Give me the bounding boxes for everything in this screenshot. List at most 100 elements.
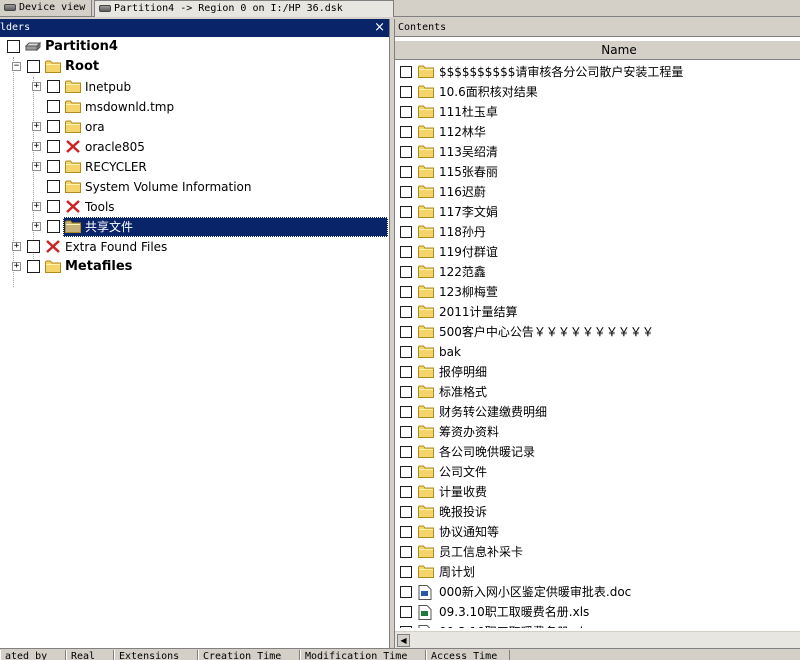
collapse-icon[interactable]: −: [12, 62, 21, 71]
list-item-folder[interactable]: 122范鑫: [395, 262, 800, 282]
list-item-checkbox[interactable]: [400, 306, 412, 318]
tree-node-checkbox[interactable]: [47, 220, 60, 233]
list-item-folder[interactable]: 113吴绍清: [395, 142, 800, 162]
list-item-checkbox[interactable]: [400, 586, 412, 598]
list-item-folder[interactable]: 协议通知等: [395, 522, 800, 542]
tree-node-checkbox[interactable]: [47, 120, 60, 133]
list-item-folder[interactable]: 财务转公建缴费明细: [395, 402, 800, 422]
list-item-folder[interactable]: 晚报投诉: [395, 502, 800, 522]
tree-node-checkbox[interactable]: [47, 100, 60, 113]
list-item-folder[interactable]: 2011计量结算: [395, 302, 800, 322]
tree-node-checkbox[interactable]: [47, 180, 60, 193]
expand-icon[interactable]: +: [32, 202, 41, 211]
expand-icon[interactable]: +: [12, 242, 21, 251]
list-item-checkbox[interactable]: [400, 526, 412, 538]
list-item-folder[interactable]: 111杜玉卓: [395, 102, 800, 122]
bottom-tab[interactable]: Access Time: [426, 650, 510, 660]
tree-node-checkbox[interactable]: [47, 200, 60, 213]
scroll-left-icon[interactable]: ◀: [397, 634, 410, 647]
list-item-checkbox[interactable]: [400, 386, 412, 398]
tree-node-inetpub[interactable]: + Inetpub: [0, 77, 390, 97]
list-item-checkbox[interactable]: [400, 186, 412, 198]
list-item-checkbox[interactable]: [400, 606, 412, 618]
list-item-checkbox[interactable]: [400, 426, 412, 438]
list-item-checkbox[interactable]: [400, 626, 412, 628]
list-item-file[interactable]: 000新入网小区鉴定供暖审批表.doc: [395, 582, 800, 602]
list-item-folder[interactable]: 各公司晚供暖记录: [395, 442, 800, 462]
list-item-folder[interactable]: 119付群谊: [395, 242, 800, 262]
list-item-checkbox[interactable]: [400, 266, 412, 278]
list-item-checkbox[interactable]: [400, 346, 412, 358]
list-item-checkbox[interactable]: [400, 366, 412, 378]
list-item-checkbox[interactable]: [400, 506, 412, 518]
list-item-file[interactable]: 09.3.10职工取暖费名册.xls: [395, 622, 800, 628]
list-item-checkbox[interactable]: [400, 106, 412, 118]
list-item-folder[interactable]: $$$$$$$$$$请审核各分公司散户安装工程量: [395, 62, 800, 82]
list-item-folder[interactable]: 报停明细: [395, 362, 800, 382]
tree-node-oracle805[interactable]: + oracle805: [0, 137, 390, 157]
list-item-folder[interactable]: bak: [395, 342, 800, 362]
list-item-folder[interactable]: 112林华: [395, 122, 800, 142]
list-item-folder[interactable]: 筹资办资料: [395, 422, 800, 442]
tree-node-tools[interactable]: + Tools: [0, 197, 390, 217]
bottom-tab[interactable]: Modification Time: [300, 650, 426, 660]
tree-node-checkbox[interactable]: [27, 240, 40, 253]
list-item-checkbox[interactable]: [400, 486, 412, 498]
list-item-checkbox[interactable]: [400, 546, 412, 558]
tree-node-partition4[interactable]: Partition4: [0, 37, 390, 57]
list-item-checkbox[interactable]: [400, 446, 412, 458]
list-item-folder[interactable]: 116迟蔚: [395, 182, 800, 202]
list-item-checkbox[interactable]: [400, 126, 412, 138]
list-item-folder[interactable]: 123柳梅萱: [395, 282, 800, 302]
list-item-folder[interactable]: 118孙丹: [395, 222, 800, 242]
bottom-tab[interactable]: ated by: [0, 650, 66, 660]
list-item-folder[interactable]: 10.6面积核对结果: [395, 82, 800, 102]
list-item-folder[interactable]: 员工信息补采卡: [395, 542, 800, 562]
list-item-folder[interactable]: 计量收费: [395, 482, 800, 502]
bottom-tab[interactable]: Creation Time: [198, 650, 300, 660]
tree-node-shared-files[interactable]: + 共享文件: [0, 217, 390, 237]
list-item-folder[interactable]: 115张春丽: [395, 162, 800, 182]
tree-node-metafiles[interactable]: + Metafiles: [0, 257, 390, 277]
list-item-folder[interactable]: 500客户中心公告￥￥￥￥￥￥￥￥￥￥: [395, 322, 800, 342]
tree-node-extra-found-files[interactable]: + Extra Found Files: [0, 237, 390, 257]
list-item-checkbox[interactable]: [400, 246, 412, 258]
list-item-checkbox[interactable]: [400, 466, 412, 478]
tree-node-msdownld-tmp[interactable]: msdownld.tmp: [0, 97, 390, 117]
list-item-checkbox[interactable]: [400, 206, 412, 218]
tree-node-system-volume-information[interactable]: System Volume Information: [0, 177, 390, 197]
tree-node-checkbox[interactable]: [7, 40, 20, 53]
list-item-folder[interactable]: 117李文娟: [395, 202, 800, 222]
bottom-tab[interactable]: Real: [66, 650, 114, 660]
tree-node-checkbox[interactable]: [47, 80, 60, 93]
expand-icon[interactable]: +: [32, 122, 41, 131]
list-item-checkbox[interactable]: [400, 406, 412, 418]
list-item-folder[interactable]: 公司文件: [395, 462, 800, 482]
close-icon[interactable]: ×: [374, 19, 385, 36]
tree-node-recycler[interactable]: + RECYCLER: [0, 157, 390, 177]
tree-node-checkbox[interactable]: [27, 60, 40, 73]
list-item-checkbox[interactable]: [400, 566, 412, 578]
list-item-checkbox[interactable]: [400, 146, 412, 158]
tree-node-checkbox[interactable]: [27, 260, 40, 273]
list-item-file[interactable]: 09.3.10职工取暖费名册.xls: [395, 602, 800, 622]
expand-icon[interactable]: +: [32, 162, 41, 171]
tree-node-root[interactable]: − Root: [0, 57, 390, 77]
horizontal-scrollbar[interactable]: ◀: [395, 631, 800, 648]
expand-icon[interactable]: +: [12, 262, 21, 271]
list-item-checkbox[interactable]: [400, 326, 412, 338]
column-header-name[interactable]: Name: [395, 41, 800, 59]
list-item-checkbox[interactable]: [400, 286, 412, 298]
expand-icon[interactable]: +: [32, 222, 41, 231]
tree-node-checkbox[interactable]: [47, 160, 60, 173]
tab-partition-view[interactable]: Partition4 -> Region 0 on I:/HP 36.dsk: [94, 0, 394, 17]
list-item-checkbox[interactable]: [400, 66, 412, 78]
list-item-folder[interactable]: 周计划: [395, 562, 800, 582]
tab-device-view[interactable]: Device view: [0, 0, 92, 16]
list-item-folder[interactable]: 标准格式: [395, 382, 800, 402]
tree-node-checkbox[interactable]: [47, 140, 60, 153]
list-item-checkbox[interactable]: [400, 166, 412, 178]
expand-icon[interactable]: +: [32, 82, 41, 91]
expand-icon[interactable]: +: [32, 142, 41, 151]
tree-node-ora[interactable]: + ora: [0, 117, 390, 137]
